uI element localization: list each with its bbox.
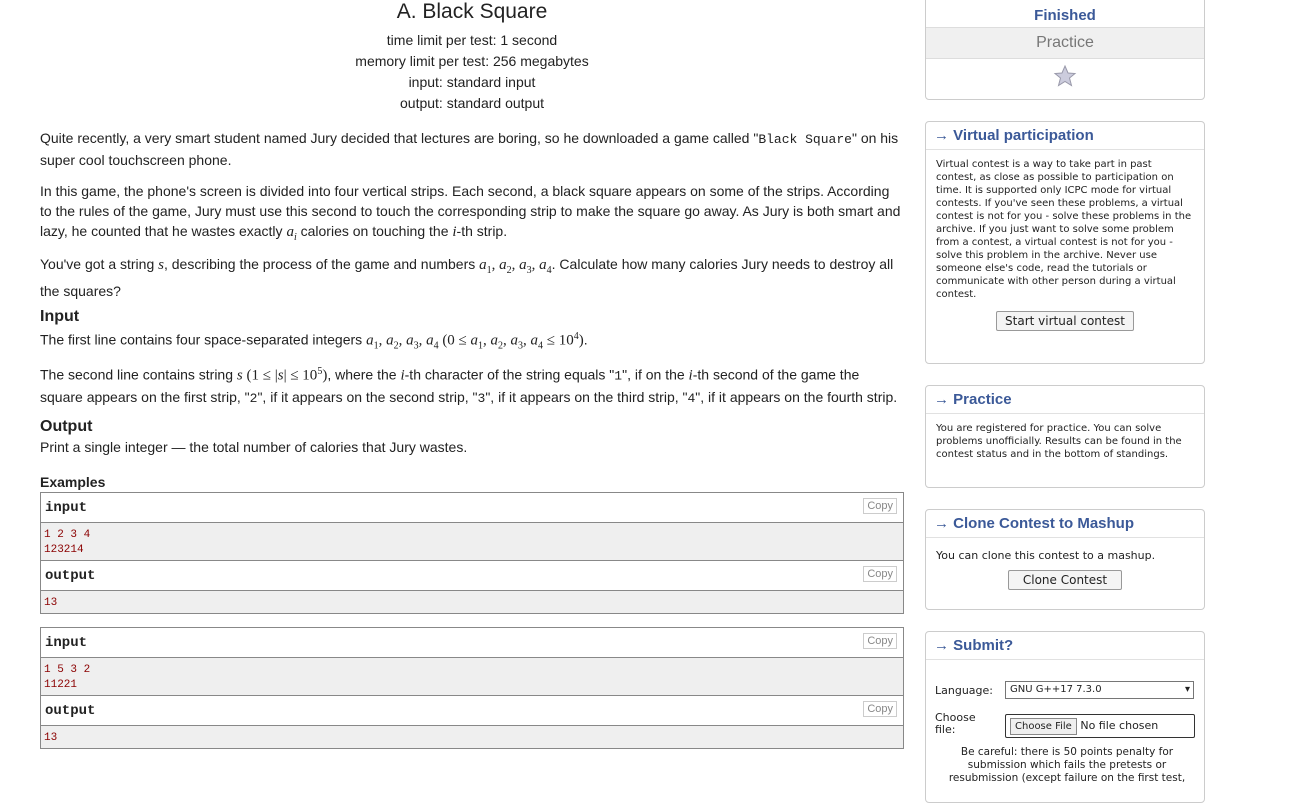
example-input-header: input Copy — [41, 628, 903, 658]
problem-title: A. Black Square — [396, 0, 548, 23]
clone-contest-text: You can clone this contest to a mashup. — [936, 549, 1156, 562]
clone-contest-title: → Clone Contest to Mashup — [926, 510, 1204, 538]
example-input-header: input Copy — [41, 493, 903, 523]
input-section-title: Input — [40, 308, 80, 325]
penalty-warning: Be careful: there is 50 points penalty f… — [948, 746, 1186, 784]
input-paragraph-1: The first line contains four space-separ… — [40, 331, 588, 352]
start-virtual-contest-button[interactable]: Start virtual contest — [996, 311, 1134, 331]
example-block: input Copy 1 5 3 2 11221 output Copy 13 — [40, 627, 904, 749]
chevron-down-icon: ▾ — [1184, 684, 1190, 695]
memory-limit: memory limit per test: 256 megabytes — [355, 53, 589, 69]
output-paragraph: Print a single integer — the total numbe… — [40, 439, 468, 455]
practice-text: You are registered for practice. You can… — [936, 423, 1182, 460]
example-output-label: output — [45, 568, 96, 584]
favourite-star-icon[interactable] — [926, 59, 1204, 93]
example-input: 1 5 3 2 11221 — [41, 658, 903, 696]
submit-box: → Submit? Language: GNU G++17 7.3.0 ▾ Ch… — [925, 631, 1205, 803]
problem-header: A. Black Square time limit per test: 1 s… — [40, 0, 904, 114]
example-input: 1 2 3 4 123214 — [41, 523, 903, 561]
output-section-title: Output — [40, 418, 93, 435]
virtual-participation-title: → Virtual participation — [926, 122, 1204, 150]
copy-output-button[interactable]: Copy — [863, 701, 897, 717]
contest-status-box: Finished Practice — [925, 0, 1205, 100]
time-limit: time limit per test: 1 second — [386, 32, 558, 48]
copy-output-button[interactable]: Copy — [863, 566, 897, 582]
language-select-value: GNU G++17 7.3.0 — [1010, 684, 1102, 695]
legend-paragraph-2: In this game, the phone's screen is divi… — [40, 183, 901, 243]
example-input-label: input — [45, 635, 88, 651]
legend-paragraph-3: You've got a string s, describing the pr… — [40, 256, 894, 299]
practice-title: → Practice — [926, 386, 1204, 414]
language-select[interactable]: GNU G++17 7.3.0 ▾ — [1005, 681, 1194, 699]
examples-title: Examples — [40, 474, 106, 490]
legend-paragraph-1: Quite recently, a very smart student nam… — [40, 130, 899, 168]
example-output: 13 — [41, 591, 903, 613]
example-output-label: output — [45, 703, 96, 719]
example-output: 13 — [41, 726, 903, 748]
clone-contest-button[interactable]: Clone Contest — [1007, 570, 1123, 590]
example-block: input Copy 1 2 3 4 123214 output Copy 13 — [40, 492, 904, 614]
clone-contest-box: → Clone Contest to Mashup You can clone … — [925, 509, 1205, 610]
choose-file-button[interactable]: Choose File — [1010, 718, 1077, 735]
input-type: input: standard input — [408, 74, 536, 90]
output-type: output: standard output — [400, 95, 544, 111]
virtual-participation-box: → Virtual participation Virtual contest … — [925, 121, 1205, 364]
example-output-header: output Copy — [41, 696, 903, 726]
virtual-participation-text: Virtual contest is a way to take part in… — [936, 159, 1192, 300]
problem-statement: A. Black Square time limit per test: 1 s… — [40, 0, 904, 749]
copy-input-button[interactable]: Copy — [863, 633, 897, 649]
submit-title: → Submit? — [926, 632, 1204, 660]
file-status: No file chosen — [1080, 719, 1159, 732]
example-output-header: output Copy — [41, 561, 903, 591]
contest-mode: Practice — [926, 28, 1204, 59]
contest-finished-link[interactable]: Finished — [926, 0, 1204, 28]
language-label: Language: — [935, 684, 993, 697]
input-paragraph-2: The second line contains string s (1 ≤ |… — [40, 366, 898, 406]
copy-input-button[interactable]: Copy — [863, 498, 897, 514]
example-input-label: input — [45, 500, 88, 516]
practice-box: → Practice You are registered for practi… — [925, 385, 1205, 488]
file-input[interactable]: Choose File No file chosen — [1005, 714, 1195, 738]
choose-file-label: Choose file: — [935, 711, 976, 736]
